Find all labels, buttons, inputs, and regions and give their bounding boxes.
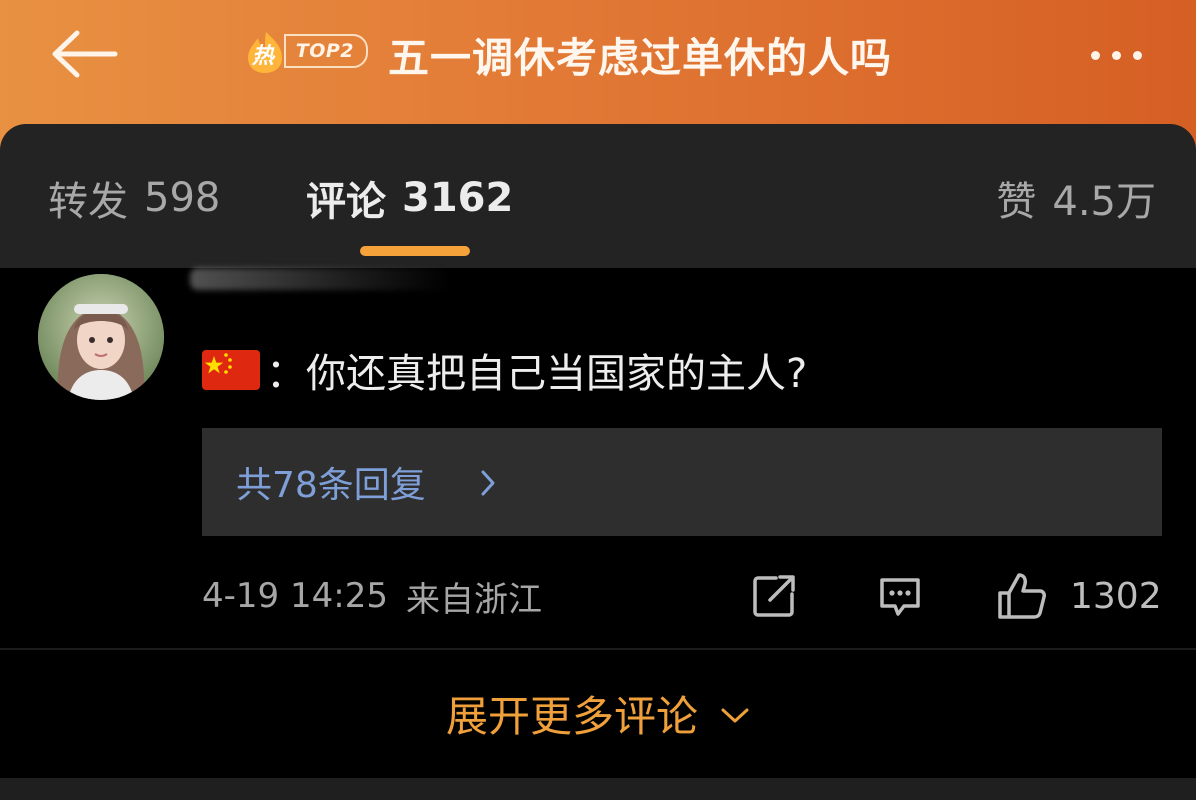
flame-icon: 热 bbox=[244, 30, 282, 73]
tab-repost[interactable]: 转发 598 bbox=[48, 168, 220, 228]
reply-button[interactable] bbox=[876, 572, 924, 620]
comment-screen: 热 TOP2 五一调休考虑过单休的人吗 转发 598 评论 3162 赞 4.5… bbox=[0, 0, 1196, 800]
expand-more-label: 展开更多评论 bbox=[445, 691, 698, 741]
comment-timestamp: 4-19 14:25 bbox=[202, 576, 388, 616]
like-button[interactable]: 1302 bbox=[996, 572, 1162, 620]
username-redacted bbox=[190, 268, 450, 290]
replies-summary[interactable]: 共78条回复 bbox=[202, 428, 1162, 536]
active-tab-indicator bbox=[360, 246, 470, 256]
hot-rank-badge[interactable]: 热 TOP2 bbox=[244, 26, 368, 76]
tab-comment-count: 3162 bbox=[402, 175, 514, 221]
back-arrow-icon bbox=[52, 30, 118, 78]
like-count: 1302 bbox=[1070, 575, 1162, 617]
comment-text: ：你还真把自己当国家的主人? bbox=[266, 351, 808, 397]
tab-comment-label: 评论 bbox=[306, 179, 386, 225]
more-dot bbox=[1090, 50, 1100, 60]
comment-body: ：你还真把自己当国家的主人? bbox=[202, 344, 808, 397]
comment-icon bbox=[880, 578, 920, 616]
replies-label: 共78条回复 bbox=[236, 465, 426, 506]
tab-like[interactable]: 赞 4.5万 bbox=[996, 168, 1156, 228]
share-icon bbox=[753, 575, 795, 617]
avatar[interactable] bbox=[38, 274, 164, 400]
back-button[interactable] bbox=[44, 24, 124, 84]
expand-more-comments[interactable]: 展开更多评论 bbox=[0, 650, 1196, 776]
comment-meta-text: 4-19 14:25 来自浙江 bbox=[202, 568, 542, 624]
page-title: 五一调休考虑过单休的人吗 bbox=[388, 34, 892, 82]
chevron-down-icon bbox=[721, 708, 749, 723]
tab-comment[interactable]: 评论 3162 bbox=[306, 168, 513, 228]
more-button[interactable] bbox=[1074, 30, 1158, 80]
tabs-panel: 转发 598 评论 3162 赞 4.5万 bbox=[0, 124, 1196, 268]
bottom-strip bbox=[0, 778, 1196, 800]
china-flag-icon bbox=[202, 350, 260, 390]
more-dot bbox=[1111, 50, 1121, 60]
hot-rank-label: TOP2 bbox=[283, 34, 368, 68]
hot-flame-char: 热 bbox=[251, 44, 274, 69]
comment-item: ：你还真把自己当国家的主人? 共78条回复 4-19 14:25 来自浙江 13… bbox=[0, 268, 1196, 648]
comment-location: 来自浙江 bbox=[405, 579, 542, 620]
share-button[interactable] bbox=[750, 572, 798, 620]
tab-like-label: 赞 bbox=[996, 179, 1037, 225]
tab-repost-count: 598 bbox=[144, 175, 221, 221]
thumbs-up-icon bbox=[998, 573, 1046, 619]
comment-meta: 4-19 14:25 来自浙江 1302 bbox=[202, 568, 1162, 624]
tab-like-count: 4.5万 bbox=[1052, 179, 1156, 225]
more-dot bbox=[1132, 50, 1142, 60]
tab-repost-label: 转发 bbox=[48, 179, 128, 225]
chevron-right-icon bbox=[481, 470, 495, 496]
